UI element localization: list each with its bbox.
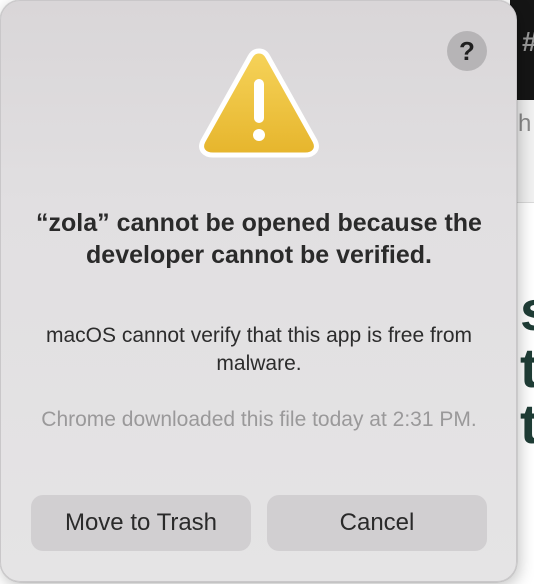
help-button[interactable]: ? [447,31,487,71]
download-info: Chrome downloaded this file today at 2:3… [41,408,477,431]
background-topbar-glyph: # [522,28,534,56]
background-text-fragment: t [520,336,534,399]
warning-triangle-icon [199,48,319,158]
dialog-message: macOS cannot verify that this app is fre… [45,324,472,375]
alert-dialog: ? “zola” cannot be opened because the de… [0,0,517,582]
background-tab-glyph: h [518,110,532,137]
cancel-button[interactable]: Cancel [267,495,487,551]
move-to-trash-button[interactable]: Move to Trash [31,495,251,551]
background-text-fragment: t [520,392,534,455]
background-text-fragment: s [520,283,534,339]
dialog-title: “zola” cannot be opened because the deve… [36,209,482,269]
